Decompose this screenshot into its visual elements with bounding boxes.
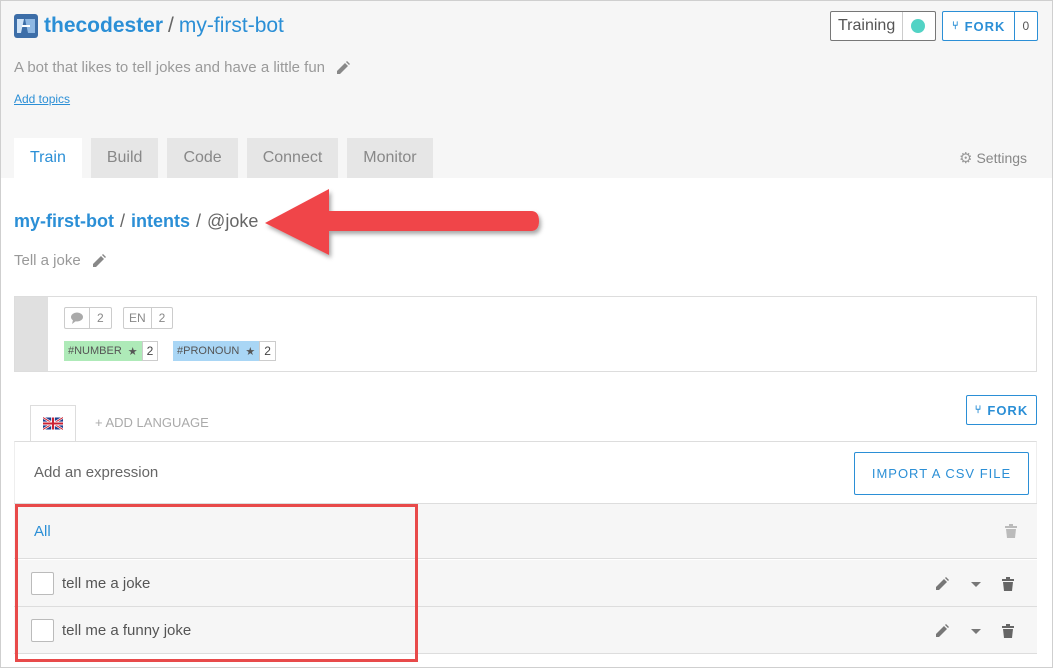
meta-stripe [15,297,48,371]
repo-header: thecodester / my-first-bot A bot that li… [1,1,1052,178]
speech-bubble-icon [65,308,90,328]
breadcrumb-separator: / [120,211,126,231]
tab-monitor[interactable]: Monitor [347,138,433,178]
expression-actions [934,623,1034,639]
edit-intent-pencil-icon[interactable] [91,253,107,269]
breadcrumb-current-intent: @joke [207,211,259,231]
expressions-count: 2 [97,311,104,325]
import-csv-button[interactable]: IMPORT A CSV FILE [854,452,1029,495]
edit-description-pencil-icon[interactable] [335,60,351,76]
language-count-chip: EN 2 [123,307,174,329]
tab-train[interactable]: Train [14,138,82,178]
repo-title: thecodester / my-first-bot [14,14,284,38]
entity-name: #PRONOUN ★ [173,341,260,361]
fork-language-button[interactable]: ⑂ FORK [966,395,1037,425]
add-topics-link[interactable]: Add topics [14,92,70,106]
expression-checkbox[interactable] [31,572,54,595]
expression-input-area: Add an expression IMPORT A CSV FILE [14,441,1037,503]
repo-title-separator: / [168,14,174,37]
edit-pencil-icon[interactable] [934,623,950,639]
add-language-button[interactable]: + ADD LANGUAGE [95,415,209,430]
fork-icon: ⑂ [974,404,983,416]
language-count: 2 [158,311,166,325]
entity-name-text: #NUMBER [68,345,122,357]
chevron-down-icon[interactable] [970,623,982,639]
entity-count: 2 [141,341,159,361]
delete-all-trash-icon[interactable] [1005,524,1017,543]
entity-name: #NUMBER ★ [64,341,142,361]
breadcrumb-intents-link[interactable]: intents [131,211,190,232]
gear-icon: ⚙ [959,150,973,167]
delete-trash-icon[interactable] [1002,577,1014,591]
expression-checkbox[interactable] [31,619,54,642]
expressions-count-chip: 2 [64,307,112,329]
add-expression-input[interactable]: Add an expression [34,464,158,481]
breadcrumb: my-first-bot / intents / @joke [14,211,258,232]
annotation-arrow-icon [265,189,539,255]
training-label: Training [831,12,904,40]
repo-description-text: A bot that likes to tell jokes and have … [14,59,326,76]
repo-description: A bot that likes to tell jokes and have … [14,59,351,76]
uk-flag-icon [43,417,63,430]
entity-count: 2 [259,341,276,361]
chevron-down-icon[interactable] [970,576,982,592]
tab-build[interactable]: Build [90,138,159,178]
entity-chip-number[interactable]: #NUMBER ★ 2 [64,341,159,361]
intent-description: Tell a joke [14,252,107,269]
entity-chip-pronoun[interactable]: #PRONOUN ★ 2 [173,341,276,361]
filter-all[interactable]: All [34,523,51,540]
breadcrumb-separator: / [196,211,202,231]
breadcrumb-bot-link[interactable]: my-first-bot [14,211,114,232]
fork-language-label: FORK [987,402,1029,418]
training-button[interactable]: Training [830,11,936,41]
edit-pencil-icon[interactable] [934,576,950,592]
settings-label: Settings [976,150,1028,166]
repo-tabs: Train Build Code Connect Monitor [14,138,442,178]
entity-name-text: #PRONOUN [177,345,240,357]
expression-row: tell me a joke [14,560,1037,607]
language-code: EN [124,308,152,328]
tab-connect[interactable]: Connect [246,138,339,178]
intent-description-text: Tell a joke [14,252,81,269]
language-tab-en[interactable] [30,405,76,441]
repo-owner-link[interactable]: thecodester [44,14,163,38]
expression-row: tell me a funny joke [14,607,1037,654]
fork-label: ⑂ FORK [943,12,1016,40]
star-icon: ★ [245,345,256,358]
star-icon: ★ [127,345,138,358]
settings-link[interactable]: ⚙ Settings [959,149,1027,167]
expressions-list-header: All [14,503,1037,559]
tab-code[interactable]: Code [167,138,238,178]
expression-text[interactable]: tell me a joke [62,575,150,592]
fork-count: 0 [1022,19,1030,33]
delete-trash-icon[interactable] [1002,624,1014,638]
expression-text[interactable]: tell me a funny joke [62,622,191,639]
fork-icon: ⑂ [952,20,960,32]
expression-actions [934,576,1034,592]
repo-name-link[interactable]: my-first-bot [179,14,284,38]
fork-label-text: FORK [964,18,1006,34]
intent-meta-box: 2 EN 2 #NUMBER ★ 2 #PRONOUN ★ 2 [14,296,1037,372]
training-status-dot [911,19,926,33]
fork-button[interactable]: ⑂ FORK 0 [942,11,1038,41]
owner-avatar-icon[interactable] [14,14,38,38]
